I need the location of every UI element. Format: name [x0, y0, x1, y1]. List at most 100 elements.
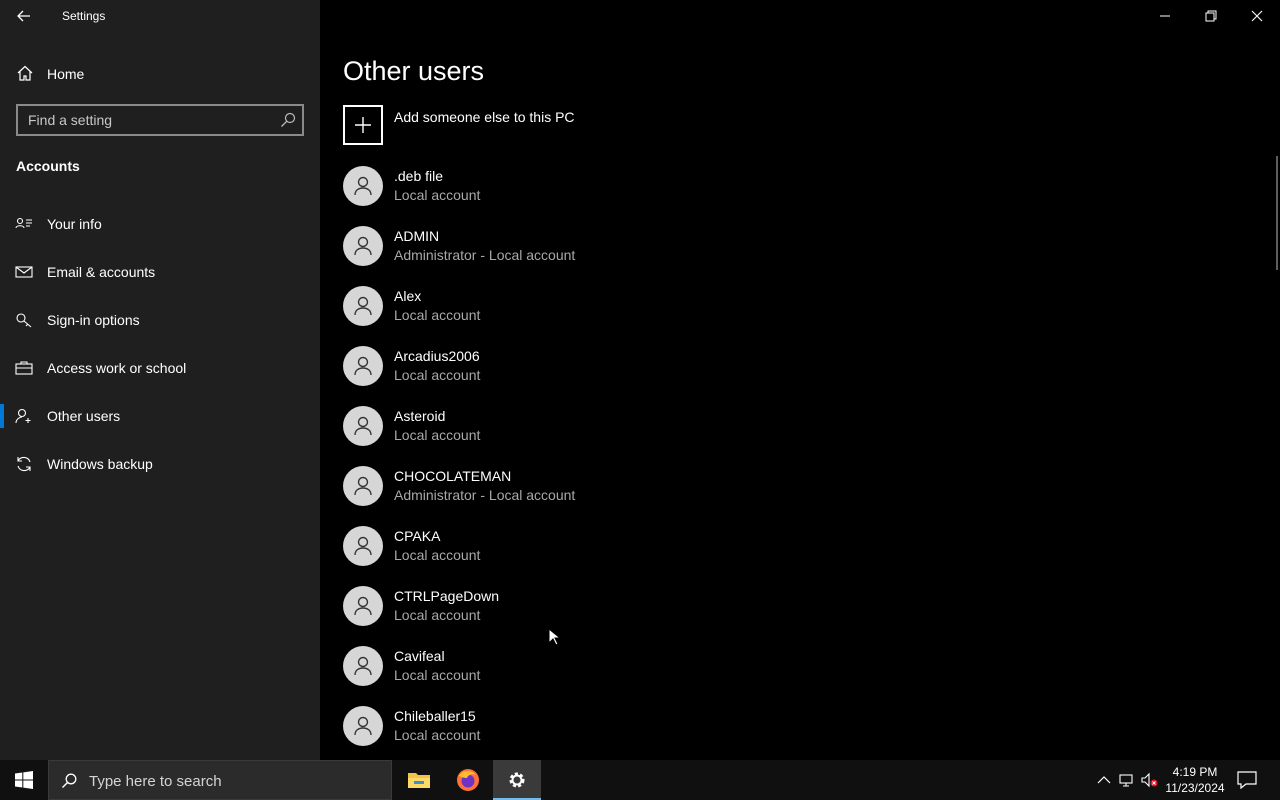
user-name: .deb file [394, 168, 444, 184]
user-account-type: Local account [394, 427, 481, 443]
sidebar-item-label: Home [47, 66, 85, 82]
user-name: Asteroid [394, 408, 446, 424]
restore-button[interactable] [1188, 0, 1234, 32]
user-list-item[interactable]: Chileballer15 Local account [343, 700, 743, 760]
sidebar-item-access-work[interactable]: Access work or school [0, 348, 320, 388]
avatar [343, 226, 383, 266]
user-account-type: Local account [394, 607, 481, 623]
user-name: CPAKA [394, 528, 441, 544]
user-name: CTRLPageDown [394, 588, 500, 604]
window-controls [1142, 0, 1280, 32]
firefox-icon [457, 769, 479, 791]
clock-time: 4:19 PM [1172, 765, 1218, 779]
sidebar-item-your-info[interactable]: Your info [0, 204, 320, 244]
sync-icon [17, 456, 31, 472]
title-bar: Settings [0, 0, 320, 32]
person-icon [354, 716, 372, 736]
sidebar-item-home[interactable]: Home [0, 56, 320, 90]
add-person-icon [15, 408, 31, 424]
user-name: Alex [394, 288, 422, 304]
user-list-item[interactable]: ADMIN Administrator - Local account [343, 220, 743, 280]
user-name: Arcadius2006 [394, 348, 480, 364]
user-list-item[interactable]: CHOCOLATEMAN Administrator - Local accoun… [343, 460, 743, 520]
search-icon [62, 773, 77, 788]
user-name: CHOCOLATEMAN [394, 468, 512, 484]
person-icon [354, 476, 372, 496]
search-icon[interactable] [280, 112, 296, 128]
avatar [343, 586, 383, 626]
person-icon [354, 356, 372, 376]
taskbar: Type here to search 4:19 PM 11/23/2024 [0, 760, 1280, 800]
plus-icon [355, 117, 371, 133]
start-button[interactable] [0, 760, 48, 800]
mouse-cursor-icon [548, 628, 560, 646]
add-box [343, 105, 383, 145]
restore-icon [1205, 10, 1217, 22]
avatar [343, 406, 383, 446]
avatar [343, 466, 383, 506]
avatar [343, 286, 383, 326]
user-list-item[interactable]: Asteroid Local account [343, 400, 743, 460]
user-list: .deb file Local account ADMIN Administrator… [343, 160, 743, 760]
user-name: ADMIN [394, 228, 440, 244]
mail-icon [15, 266, 33, 278]
user-account-type: Local account [394, 367, 481, 383]
user-account-type: Local account [394, 547, 481, 563]
avatar [343, 706, 383, 746]
sidebar-item-other-users[interactable]: Other users [0, 396, 320, 436]
chevron-up-icon[interactable] [1095, 772, 1113, 788]
avatar [343, 346, 383, 386]
close-icon [1251, 10, 1263, 22]
app-title: Settings [62, 9, 106, 23]
clock[interactable]: 4:19 PM 11/23/2024 [1160, 764, 1230, 796]
taskbar-search[interactable]: Type here to search [48, 760, 392, 800]
user-list-item[interactable]: CTRLPageDown Local account [343, 580, 743, 640]
settings-search-input[interactable] [18, 106, 274, 134]
person-icon [354, 656, 372, 676]
sidebar-item-email-accounts[interactable]: Email & accounts [0, 252, 320, 292]
user-account-type: Local account [394, 307, 481, 323]
taskbar-settings[interactable] [493, 760, 541, 800]
person-icon [354, 296, 372, 316]
sidebar-item-windows-backup[interactable]: Windows backup [0, 444, 320, 484]
user-list-item[interactable]: Cavifeal Local account [343, 640, 743, 700]
add-user-label: Add someone else to this PC [394, 109, 575, 125]
person-icon [354, 176, 372, 196]
minimize-button[interactable] [1142, 0, 1188, 32]
sidebar-item-label: Email & accounts [47, 264, 156, 280]
user-account-type: Local account [394, 667, 481, 683]
user-list-item[interactable]: Alex Local account [343, 280, 743, 340]
user-list-item[interactable]: CPAKA Local account [343, 520, 743, 580]
user-name: Cavifeal [394, 648, 445, 664]
person-icon [354, 596, 372, 616]
avatar [343, 166, 383, 206]
back-button[interactable] [10, 4, 38, 28]
action-center-icon[interactable] [1236, 770, 1258, 790]
user-account-type: Administrator - Local account [394, 247, 576, 263]
close-button[interactable] [1234, 0, 1280, 32]
volume-muted-icon[interactable] [1141, 772, 1159, 788]
person-icon [354, 416, 372, 436]
user-account-type: Administrator - Local account [394, 487, 576, 503]
page-title: Other users [343, 56, 485, 86]
avatar [343, 646, 383, 686]
sidebar-item-label: Sign-in options [47, 312, 140, 328]
clock-date: 11/23/2024 [1165, 781, 1225, 795]
sidebar-item-label: Other users [47, 408, 121, 424]
user-list-item[interactable]: Arcadius2006 Local account [343, 340, 743, 400]
file-explorer-icon [408, 773, 430, 788]
minimize-icon [1160, 15, 1170, 17]
settings-gear-icon [509, 772, 525, 788]
taskbar-firefox[interactable] [444, 760, 492, 800]
person-icon [354, 536, 372, 556]
user-account-type: Local account [394, 187, 481, 203]
person-icon [354, 236, 372, 256]
back-arrow-icon [17, 10, 30, 22]
network-icon[interactable] [1118, 772, 1136, 788]
home-icon [17, 65, 33, 81]
taskbar-file-explorer[interactable] [395, 760, 443, 800]
sidebar-item-sign-in-options[interactable]: Sign-in options [0, 300, 320, 340]
user-list-item[interactable]: .deb file Local account [343, 160, 743, 220]
windows-logo-icon [15, 771, 33, 789]
scrollbar[interactable] [1276, 156, 1278, 270]
